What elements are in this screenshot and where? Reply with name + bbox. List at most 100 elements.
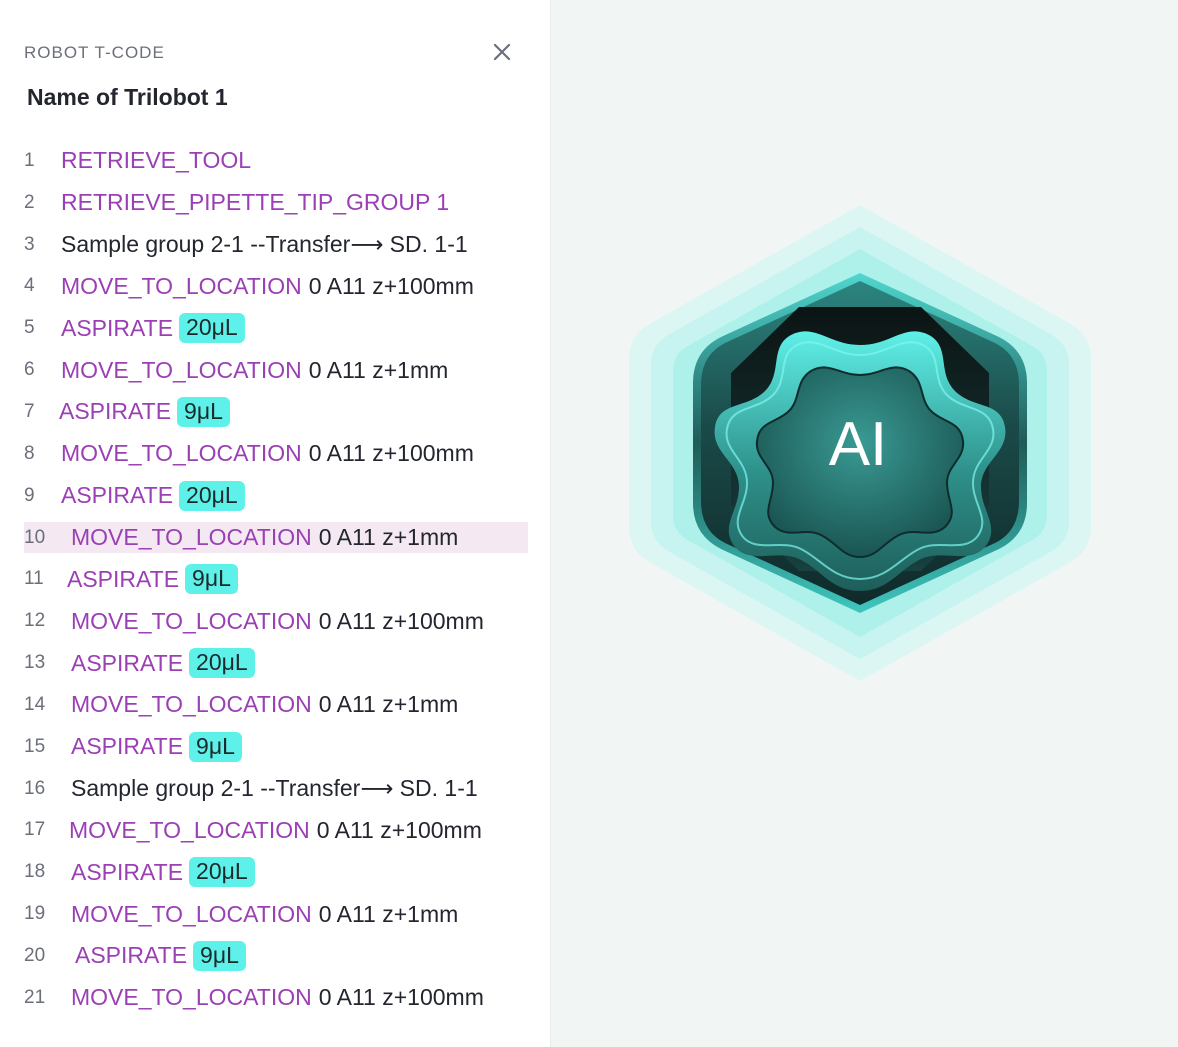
line-number: 11 bbox=[24, 568, 44, 590]
command-keyword: MOVE_TO_LOCATION bbox=[71, 900, 312, 927]
code-line[interactable]: 6 MOVE_TO_LOCATION 0 A11 z+1mm bbox=[0, 349, 551, 391]
code-content: Sample group 2-1 --Transfer⟶ SD. 1-1 bbox=[71, 775, 478, 802]
code-line[interactable]: 18 ASPIRATE 20μL bbox=[0, 851, 551, 893]
code-line[interactable]: 5 ASPIRATE 20μL bbox=[0, 307, 551, 349]
panel-label: ROBOT T-CODE bbox=[24, 43, 165, 62]
code-comment: Sample group 2-1 --Transfer⟶ SD. 1-1 bbox=[71, 775, 478, 802]
code-content: MOVE_TO_LOCATION 0 A11 z+100mm bbox=[61, 440, 474, 467]
line-number: 16 bbox=[24, 777, 46, 799]
command-argument: 0 A11 z+1mm bbox=[308, 356, 449, 383]
line-number: 4 bbox=[24, 275, 35, 297]
code-line[interactable]: 8 MOVE_TO_LOCATION 0 A11 z+100mm bbox=[0, 433, 551, 475]
command-keyword: ASPIRATE bbox=[71, 858, 184, 885]
line-number: 1 bbox=[24, 149, 35, 171]
code-line[interactable]: 14 MOVE_TO_LOCATION 0 A11 z+1mm bbox=[0, 684, 551, 726]
volume-badge: 9μL bbox=[189, 731, 242, 762]
line-number: 8 bbox=[24, 442, 35, 464]
command-argument: 0 A11 z+100mm bbox=[308, 272, 474, 299]
volume-badge: 20μL bbox=[179, 480, 245, 511]
code-content: MOVE_TO_LOCATION 0 A11 z+100mm bbox=[71, 984, 484, 1011]
volume-badge: 20μL bbox=[179, 313, 245, 344]
code-line[interactable]: 10 MOVE_TO_LOCATION 0 A11 z+1mm bbox=[0, 517, 551, 559]
code-line[interactable]: 20 ASPIRATE 9μL bbox=[0, 935, 551, 977]
command-keyword: ASPIRATE bbox=[61, 314, 174, 341]
line-number: 12 bbox=[24, 610, 46, 632]
command-argument: 0 A11 z+1mm bbox=[318, 900, 459, 927]
line-number: 14 bbox=[24, 693, 46, 715]
code-line[interactable]: 12 MOVE_TO_LOCATION 0 A11 z+100mm bbox=[0, 600, 551, 642]
line-number: 13 bbox=[24, 652, 46, 674]
line-number: 10 bbox=[24, 526, 46, 548]
code-line[interactable]: 19 MOVE_TO_LOCATION 0 A11 z+1mm bbox=[0, 893, 551, 935]
code-content: RETRIEVE_TOOL bbox=[61, 147, 251, 174]
command-argument: 0 A11 z+100mm bbox=[316, 816, 482, 843]
close-icon bbox=[493, 43, 511, 61]
code-line[interactable]: 15 ASPIRATE 9μL bbox=[0, 726, 551, 768]
line-number: 18 bbox=[24, 861, 46, 883]
command-argument: 0 A11 z+100mm bbox=[318, 607, 484, 634]
code-line[interactable]: 7 ASPIRATE 9μL bbox=[0, 391, 551, 433]
code-content: ASPIRATE 20μL bbox=[71, 857, 255, 888]
robot-name: Name of Trilobot 1 bbox=[27, 84, 228, 110]
command-argument: 0 A11 z+100mm bbox=[308, 440, 474, 467]
command-keyword: MOVE_TO_LOCATION bbox=[61, 272, 302, 299]
line-number: 7 bbox=[24, 400, 35, 422]
command-argument: 0 A11 z+1mm bbox=[318, 524, 459, 551]
command-keyword: ASPIRATE bbox=[67, 565, 180, 592]
line-number: 5 bbox=[24, 317, 35, 339]
code-content: MOVE_TO_LOCATION 0 A11 z+1mm bbox=[71, 901, 458, 928]
code-content: MOVE_TO_LOCATION 0 A11 z+100mm bbox=[61, 273, 474, 300]
line-number: 21 bbox=[24, 986, 46, 1008]
volume-badge: 20μL bbox=[189, 648, 255, 679]
command-keyword: MOVE_TO_LOCATION bbox=[71, 984, 312, 1011]
code-content: Sample group 2-1 --Transfer⟶ SD. 1-1 bbox=[61, 231, 468, 258]
code-content: RETRIEVE_PIPETTE_TIP_GROUP 1 bbox=[61, 189, 449, 216]
command-keyword: MOVE_TO_LOCATION bbox=[61, 356, 302, 383]
ai-badge-text: AI bbox=[829, 410, 888, 479]
code-line[interactable]: 11 ASPIRATE 9μL bbox=[0, 558, 551, 600]
command-keyword: ASPIRATE bbox=[75, 942, 188, 969]
line-number: 9 bbox=[24, 484, 35, 506]
code-content: ASPIRATE 9μL bbox=[67, 564, 238, 595]
command-keyword: RETRIEVE_PIPETTE_TIP_GROUP 1 bbox=[61, 189, 450, 216]
line-number: 3 bbox=[24, 233, 35, 255]
command-keyword: MOVE_TO_LOCATION bbox=[71, 524, 312, 551]
ai-badge-icon: AI bbox=[629, 205, 1091, 681]
code-comment: Sample group 2-1 --Transfer⟶ SD. 1-1 bbox=[61, 231, 468, 258]
command-keyword: MOVE_TO_LOCATION bbox=[61, 440, 302, 467]
command-argument: 0 A11 z+100mm bbox=[318, 984, 484, 1011]
code-line[interactable]: 13 ASPIRATE 20μL bbox=[0, 642, 551, 684]
tcode-panel: ROBOT T-CODE Name of Trilobot 1 1 RETRIEV… bbox=[0, 0, 551, 1047]
code-content: ASPIRATE 9μL bbox=[75, 940, 246, 971]
close-button[interactable] bbox=[488, 38, 516, 66]
line-number: 6 bbox=[24, 359, 35, 381]
line-number: 17 bbox=[24, 819, 46, 841]
code-line[interactable]: 16 Sample group 2-1 --Transfer⟶ SD. 1-1 bbox=[0, 768, 551, 810]
command-keyword: ASPIRATE bbox=[71, 733, 184, 760]
code-content: ASPIRATE 20μL bbox=[61, 313, 245, 344]
volume-badge: 9μL bbox=[185, 564, 238, 595]
code-line[interactable]: 9 ASPIRATE 20μL bbox=[0, 475, 551, 517]
volume-badge: 9μL bbox=[177, 396, 230, 427]
code-content: ASPIRATE 9μL bbox=[59, 396, 230, 427]
code-line[interactable]: 4 MOVE_TO_LOCATION 0 A11 z+100mm bbox=[0, 266, 551, 308]
volume-badge: 9μL bbox=[193, 940, 246, 971]
command-keyword: MOVE_TO_LOCATION bbox=[71, 691, 312, 718]
line-number: 2 bbox=[24, 191, 35, 213]
line-number: 19 bbox=[24, 903, 46, 925]
code-content: MOVE_TO_LOCATION 0 A11 z+100mm bbox=[69, 817, 482, 844]
code-content: MOVE_TO_LOCATION 0 A11 z+1mm bbox=[71, 691, 458, 718]
command-keyword: MOVE_TO_LOCATION bbox=[71, 607, 312, 634]
code-content: MOVE_TO_LOCATION 0 A11 z+100mm bbox=[71, 608, 484, 635]
code-line[interactable]: 3 Sample group 2-1 --Transfer⟶ SD. 1-1 bbox=[0, 224, 551, 266]
code-line[interactable]: 1 RETRIEVE_TOOL bbox=[0, 140, 551, 182]
code-content: ASPIRATE 20μL bbox=[61, 480, 245, 511]
code-content: MOVE_TO_LOCATION 0 A11 z+1mm bbox=[61, 357, 448, 384]
command-keyword: ASPIRATE bbox=[71, 649, 184, 676]
code-content: ASPIRATE 9μL bbox=[71, 731, 242, 762]
code-line[interactable]: 17 MOVE_TO_LOCATION 0 A11 z+100mm bbox=[0, 810, 551, 852]
command-keyword: ASPIRATE bbox=[61, 482, 174, 509]
code-line[interactable]: 2 RETRIEVE_PIPETTE_TIP_GROUP 1 bbox=[0, 182, 551, 224]
line-number: 20 bbox=[24, 944, 46, 966]
code-line[interactable]: 21 MOVE_TO_LOCATION 0 A11 z+100mm bbox=[0, 977, 551, 1019]
